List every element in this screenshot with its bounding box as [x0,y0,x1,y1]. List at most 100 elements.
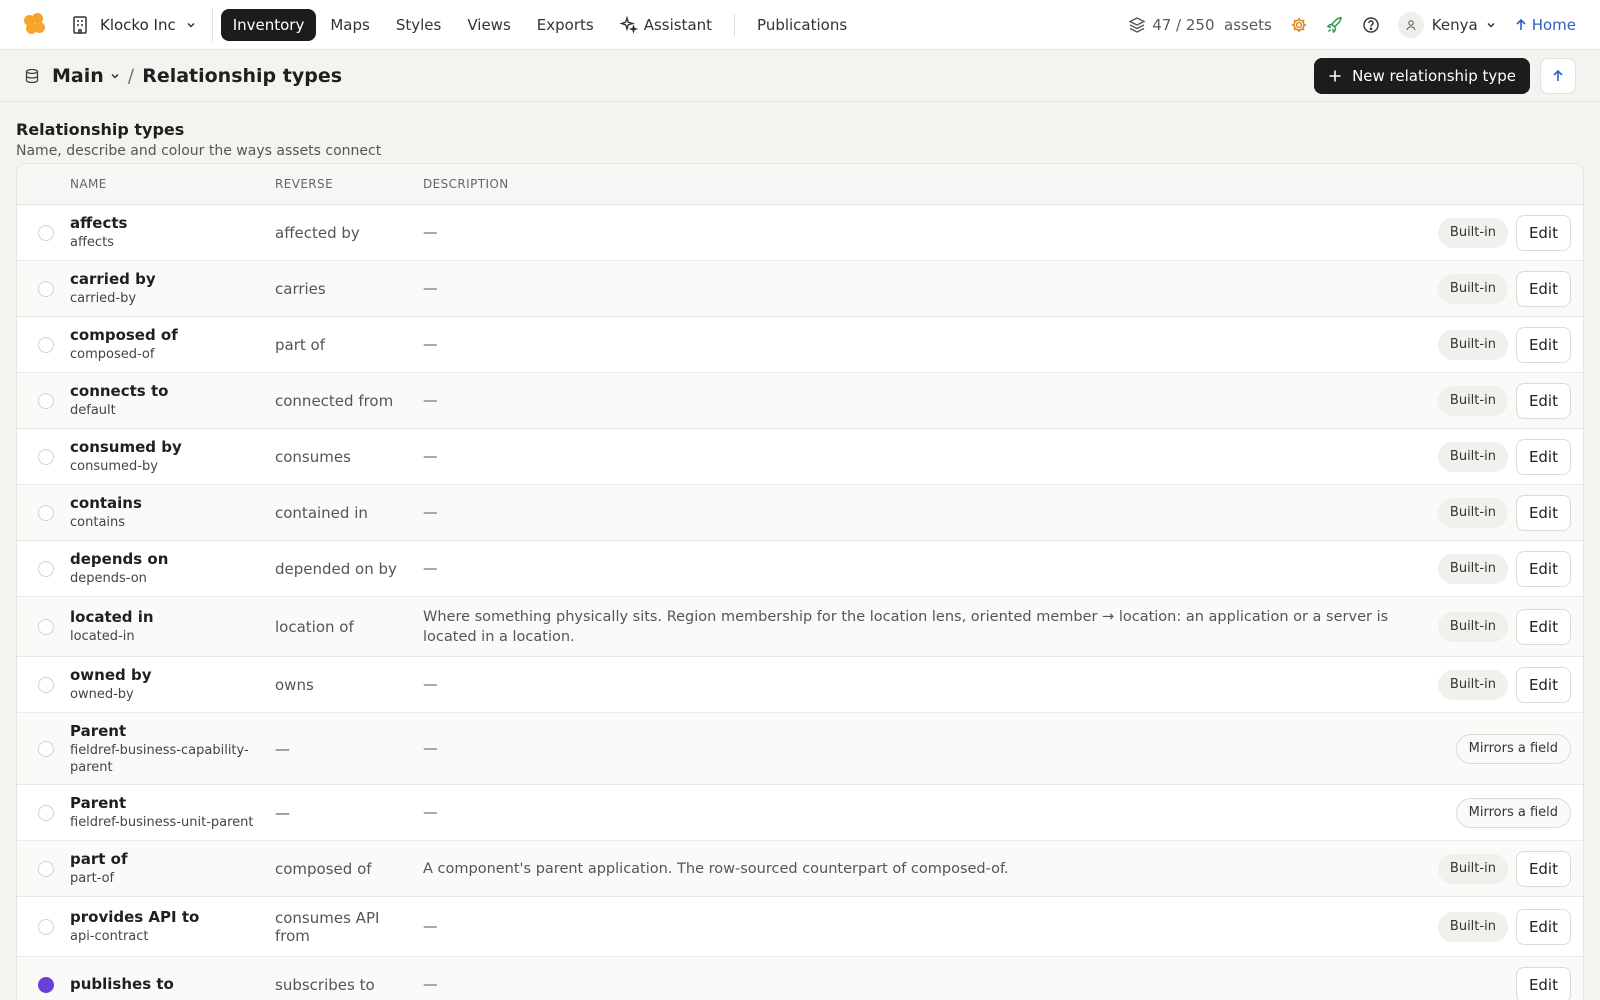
new-relationship-type-button[interactable]: New relationship type [1314,57,1530,94]
row-select-radio[interactable] [37,740,54,757]
row-select-radio[interactable] [37,860,54,877]
scroll-top-button[interactable] [1540,57,1576,94]
nav-assistant-label: Assistant [643,15,713,34]
mirrors-field-badge: Mirrors a field [1455,733,1571,764]
row-select-radio[interactable] [37,448,54,465]
row-select-radio[interactable] [37,918,54,935]
table-row[interactable]: provides API to api-contract consumes API … [17,897,1583,957]
table-row[interactable]: publishes to subscribes to — Edit [17,957,1583,1000]
description-cell: — [423,560,438,577]
row-select-radio[interactable] [37,560,54,577]
table-row[interactable]: composed of composed-of part of — Built-in Ed… [17,317,1583,373]
table-row[interactable]: part of part-of composed of A component's p… [17,841,1583,897]
org-switcher[interactable]: Klocko Inc [70,7,213,42]
mirrors-field-badge: Mirrors a field [1455,797,1571,828]
asset-count-label: 47 / 250 assets [1152,15,1272,34]
asset-counter[interactable]: 47 / 250 assets [1128,16,1272,34]
nav-assistant[interactable]: Assistant [608,9,724,41]
description-cell: — [423,336,438,353]
column-header-description[interactable]: DESCRIPTION [423,174,1583,194]
app-logo[interactable] [24,12,48,37]
name-cell: connects to default [70,382,275,419]
edit-button[interactable]: Edit [1515,382,1571,419]
table-row[interactable]: carried by carried-by carries — Built-in Edit [17,261,1583,317]
reverse-cell: location of [275,617,354,636]
edit-button[interactable]: Edit [1515,608,1571,645]
table-row[interactable]: consumed by consumed-by consumes — Built-in E… [17,429,1583,485]
layers-icon [1128,16,1146,33]
relationship-name: provides API to [70,908,200,926]
relationship-slug: fieldref-business-capability-parent [70,742,249,775]
row-select-radio[interactable] [37,392,54,409]
table-row[interactable]: Parent fieldref-business-capability-paren… [17,713,1583,785]
row-select-radio[interactable] [37,618,54,635]
table-row[interactable]: owned by owned-by owns — Built-in Edit [17,657,1583,713]
edit-button[interactable]: Edit [1515,908,1571,945]
edit-button[interactable]: Edit [1515,326,1571,363]
user-menu[interactable]: Kenya [1397,11,1496,38]
description-cell: — [423,918,438,935]
built-in-badge: Built-in [1437,273,1508,304]
row-select-radio[interactable] [37,224,54,241]
edit-button[interactable]: Edit [1515,494,1571,531]
table-row[interactable]: contains contains contained in — Built-in Edi… [17,485,1583,541]
built-in-badge: Built-in [1437,553,1508,584]
built-in-badge: Built-in [1437,669,1508,700]
relationship-slug: affects [70,235,114,250]
table-row[interactable]: affects affects affected by — Built-in Edit [17,205,1583,261]
row-select-radio[interactable] [37,804,54,821]
reverse-cell: affected by [275,223,360,242]
edit-button[interactable]: Edit [1515,270,1571,307]
page-actions: New relationship type [1314,57,1576,94]
row-select-radio[interactable] [37,336,54,353]
top-nav: Klocko Inc Inventory Maps Styles Views E… [0,0,1600,50]
row-select-radio[interactable] [37,676,54,693]
sparkle-icon [619,15,638,34]
row-select-radio[interactable] [37,976,54,993]
nav-styles[interactable]: Styles [384,9,454,41]
built-in-badge: Built-in [1437,385,1508,416]
workspace-switcher[interactable]: Main [52,65,120,87]
row-select-radio[interactable] [37,504,54,521]
section-title: Relationship types [16,120,185,139]
nav-maps[interactable]: Maps [318,9,381,41]
name-cell: provides API to api-contract [70,908,275,945]
relationship-slug: carried-by [70,291,137,306]
table-row[interactable]: depends on depends-on depended on by — Built… [17,541,1583,597]
relationship-slug: part-of [70,871,115,886]
relationship-slug: located-in [70,629,135,644]
table-row[interactable]: Parent fieldref-business-unit-parent — — Mir… [17,785,1583,841]
home-link[interactable]: Home [1514,16,1576,34]
edit-button[interactable]: Edit [1515,666,1571,703]
edit-button[interactable]: Edit [1515,966,1571,1000]
arrow-up-icon [1516,18,1526,30]
edit-button[interactable]: Edit [1515,550,1571,587]
relationship-name: owned by [70,666,152,684]
nav-exports[interactable]: Exports [525,9,606,41]
table-row[interactable]: located in located-in location of Where som… [17,597,1583,657]
edit-button[interactable]: Edit [1515,438,1571,475]
table-row[interactable]: connects to default connected from — Built-i… [17,373,1583,429]
edit-button[interactable]: Edit [1515,214,1571,251]
relationship-slug: depends-on [70,571,147,586]
column-header-reverse[interactable]: REVERSE [275,177,423,191]
gear-icon[interactable] [1290,16,1308,34]
relationship-name: composed of [70,326,178,344]
help-icon[interactable] [1362,16,1380,34]
description-cell: — [423,804,438,821]
built-in-badge: Built-in [1437,329,1508,360]
description-cell: Where something physically sits. Region … [423,608,1389,645]
description-cell: — [423,504,438,521]
nav-publications[interactable]: Publications [745,9,859,41]
row-select-radio[interactable] [37,280,54,297]
reverse-cell: subscribes to [275,975,375,994]
description-cell: — [423,676,438,693]
chevron-down-icon [187,22,195,28]
nav-views[interactable]: Views [455,9,522,41]
building-icon [73,15,87,34]
rocket-icon[interactable] [1326,16,1344,34]
nav-inventory[interactable]: Inventory [220,8,317,41]
column-header-name[interactable]: NAME [70,177,275,191]
edit-button[interactable]: Edit [1515,850,1571,887]
row-actions: Built-in Edit [1437,494,1583,531]
